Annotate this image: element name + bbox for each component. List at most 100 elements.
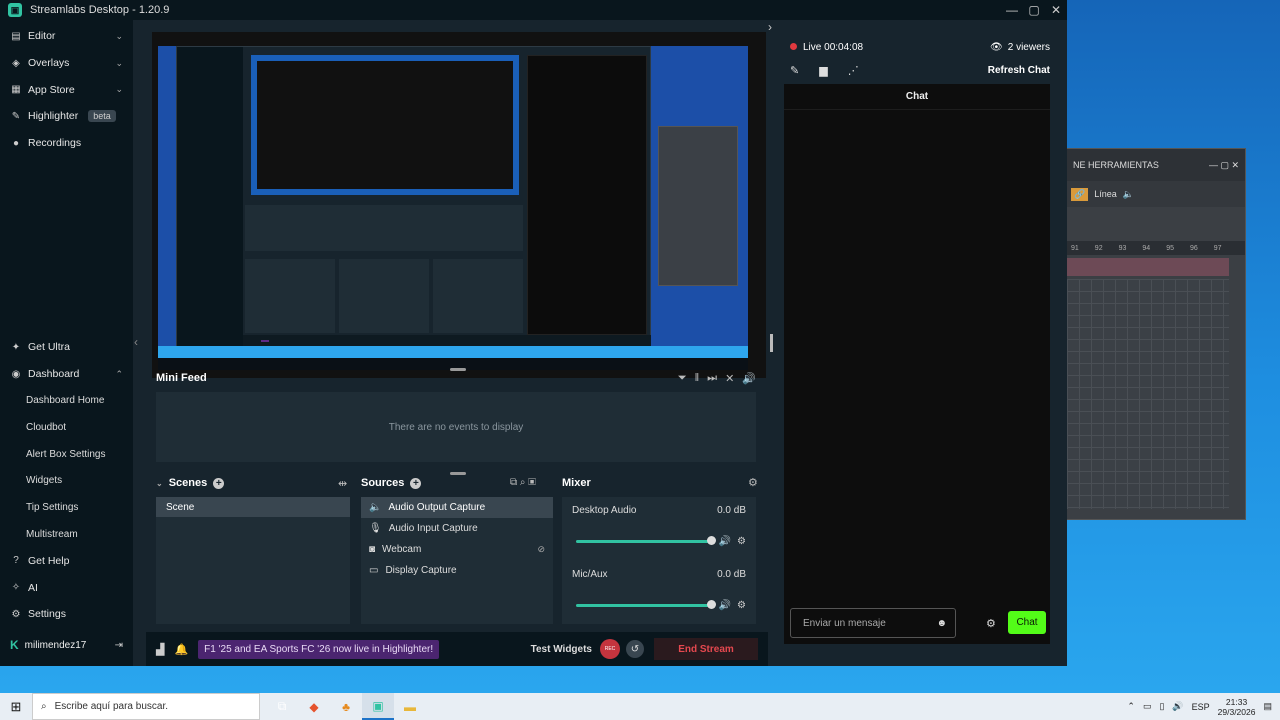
network-icon[interactable]: ▭ bbox=[1143, 701, 1152, 712]
sidebar-item-label: App Store bbox=[28, 83, 75, 96]
slider-knob[interactable] bbox=[706, 600, 716, 609]
folder-icon[interactable]: ▆ bbox=[819, 64, 827, 77]
chat-settings-icon[interactable]: ⚙ bbox=[986, 617, 996, 630]
background-daw-window[interactable]: NE HERRAMIENTAS — ▢ ✕ 🔗 Línea 🔈 91 92 93… bbox=[1066, 148, 1246, 520]
speaker-icon[interactable]: 🔈 bbox=[1123, 189, 1134, 200]
edit-stream-info-icon[interactable]: ✎ bbox=[790, 64, 799, 77]
nested-line bbox=[177, 47, 243, 59]
sidebar-item-settings[interactable]: ⚙ Settings bbox=[0, 601, 133, 628]
sidebar-item-editor[interactable]: ▤ Editor ⌄ bbox=[0, 23, 133, 50]
collapse-sidebar-icon[interactable]: ‹ bbox=[134, 335, 138, 349]
language-indicator[interactable]: ESP bbox=[1192, 702, 1210, 712]
logout-icon[interactable]: ⇥ bbox=[115, 640, 123, 651]
sidebar-sub-alert-box-settings[interactable]: Alert Box Settings bbox=[0, 441, 133, 468]
sidebar-item-overlays[interactable]: ◈ Overlays ⌄ bbox=[0, 50, 133, 77]
source-item[interactable]: 🎙 Audio Input Capture bbox=[361, 518, 553, 539]
refresh-chat-button[interactable]: Refresh Chat bbox=[988, 65, 1050, 76]
windows-start-icon[interactable]: ⊞ bbox=[0, 699, 32, 715]
ai-sparkle-icon: ✧ bbox=[11, 582, 21, 594]
panel-resize-handle[interactable] bbox=[770, 334, 773, 352]
add-scene-button[interactable]: + bbox=[213, 477, 225, 489]
streamlabs-taskbar-icon[interactable]: ▣ bbox=[362, 693, 394, 720]
nested-mini-feed bbox=[245, 205, 523, 251]
sidebar-sub-multistream[interactable]: Multistream bbox=[0, 521, 133, 548]
volume-icon[interactable]: 🔊 bbox=[742, 372, 756, 385]
mixer-settings-icon[interactable]: ⚙ bbox=[748, 476, 758, 489]
source-folder-icon[interactable]: ⧉ ⌕ ▣ bbox=[510, 477, 536, 488]
background-window-titlebar[interactable]: NE HERRAMIENTAS — ▢ ✕ bbox=[1067, 149, 1245, 181]
scene-transition-icon[interactable]: ⇹ bbox=[338, 477, 347, 490]
scene-item[interactable]: Scene bbox=[156, 497, 350, 517]
background-window-mode[interactable]: Línea bbox=[1094, 189, 1117, 199]
battery-icon[interactable]: ▯ bbox=[1159, 701, 1164, 712]
bottom-panels: ⌄ Scenes + ⇹ Sources + ⧉ ⌕ ▣ Mixer ⚙ Sce… bbox=[152, 470, 766, 626]
replay-icon[interactable]: ↺ bbox=[626, 640, 644, 658]
end-stream-button[interactable]: End Stream bbox=[654, 638, 758, 660]
piano-roll-grid[interactable] bbox=[1067, 279, 1229, 509]
sidebar-item-dashboard[interactable]: ◉ Dashboard ⌃ bbox=[0, 361, 133, 388]
chat-input[interactable]: Enviar un mensaje ☻ bbox=[790, 608, 956, 638]
sidebar-item-label: Get Help bbox=[28, 554, 70, 567]
sidebar-item-recordings[interactable]: ● Recordings bbox=[0, 130, 133, 157]
beta-badge: beta bbox=[88, 110, 116, 123]
collapse-scenes-icon[interactable]: ⌄ bbox=[156, 479, 163, 488]
notifications-icon[interactable]: ▤ bbox=[1263, 701, 1272, 712]
highlighter-banner[interactable]: F1 '25 and EA Sports FC '26 now live in … bbox=[198, 639, 440, 659]
share-icon[interactable]: ⋰ bbox=[848, 64, 859, 77]
filter-icon[interactable]: ⏷ bbox=[678, 372, 687, 385]
volume-icon[interactable]: 🔊 bbox=[719, 600, 731, 611]
chat-send-button[interactable]: Chat bbox=[1008, 611, 1046, 634]
hidden-eye-icon[interactable]: ⊘ bbox=[537, 544, 545, 555]
maximize-button[interactable]: ▢ bbox=[1023, 3, 1045, 17]
gear-icon[interactable]: ⚙ bbox=[737, 600, 746, 611]
sidebar-item-highlighter[interactable]: ✎ Highlighter beta bbox=[0, 103, 133, 130]
background-window-controls[interactable]: — ▢ ✕ bbox=[1209, 160, 1239, 171]
sidebar-sub-widgets[interactable]: Widgets bbox=[0, 467, 133, 494]
file-explorer-icon[interactable]: ▬ bbox=[394, 693, 426, 720]
add-source-button[interactable]: + bbox=[410, 477, 422, 489]
slider-knob[interactable] bbox=[706, 536, 716, 545]
source-item[interactable]: ▭ Display Capture bbox=[361, 560, 553, 581]
sidebar-item-app-store[interactable]: ▦ App Store ⌄ bbox=[0, 76, 133, 103]
skip-icon[interactable]: ⏭ bbox=[707, 372, 717, 385]
notification-icon[interactable]: 🔔 bbox=[174, 643, 188, 656]
highlighter-icon: ✎ bbox=[11, 110, 21, 122]
user-account[interactable]: K milimendez17 ⇥ bbox=[0, 632, 133, 658]
minimize-button[interactable]: — bbox=[1001, 3, 1023, 17]
nested-desktop-edge bbox=[158, 346, 748, 358]
fl-studio-icon[interactable]: ♣ bbox=[330, 693, 362, 720]
taskbar-search[interactable]: ⌕ Escribe aquí para buscar. bbox=[32, 693, 260, 720]
task-view-icon[interactable]: ⧉ bbox=[266, 693, 298, 720]
mute-alerts-icon[interactable]: ✕ bbox=[725, 372, 734, 385]
tray-chevron-icon[interactable]: ⌃ bbox=[1127, 701, 1135, 712]
taskbar-search-placeholder: Escribe aquí para buscar. bbox=[54, 701, 169, 712]
stats-icon[interactable]: ▟ bbox=[156, 643, 164, 656]
sidebar-sub-tip-settings[interactable]: Tip Settings bbox=[0, 494, 133, 521]
link-icon[interactable]: 🔗 bbox=[1071, 187, 1089, 201]
source-item[interactable]: ◙ Webcam ⊘ bbox=[361, 539, 553, 560]
sidebar-item-get-ultra[interactable]: ✦ Get Ultra bbox=[0, 334, 133, 361]
gear-icon[interactable]: ⚙ bbox=[737, 536, 746, 547]
volume-slider[interactable] bbox=[576, 536, 716, 545]
brave-browser-icon[interactable]: ◆ bbox=[298, 693, 330, 720]
emoji-icon[interactable]: ☻ bbox=[936, 618, 947, 629]
pause-icon[interactable]: ‖ bbox=[695, 372, 700, 385]
titlebar[interactable]: ▣ Streamlabs Desktop - 1.20.9 — ▢ ✕ bbox=[0, 0, 1067, 20]
stream-preview[interactable] bbox=[152, 32, 766, 378]
scenes-list: Scene bbox=[156, 497, 350, 624]
chevron-right-icon[interactable]: › bbox=[768, 20, 772, 34]
test-widgets-button[interactable]: REC bbox=[600, 639, 620, 659]
sidebar-sub-cloudbot[interactable]: Cloudbot bbox=[0, 414, 133, 441]
sidebar-item-ai[interactable]: ✧ AI bbox=[0, 574, 133, 601]
source-label: Display Capture bbox=[385, 565, 457, 576]
chevron-down-icon: ⌄ bbox=[115, 84, 123, 95]
test-widgets-label: Test Widgets bbox=[530, 643, 592, 655]
volume-icon[interactable]: 🔊 bbox=[719, 536, 731, 547]
volume-tray-icon[interactable]: 🔊 bbox=[1172, 701, 1183, 712]
sidebar-sub-dashboard-home[interactable]: Dashboard Home bbox=[0, 387, 133, 414]
sidebar-item-get-help[interactable]: ? Get Help bbox=[0, 548, 133, 575]
taskbar-clock[interactable]: 21:33 29/3/2026 bbox=[1218, 697, 1256, 717]
volume-slider[interactable] bbox=[576, 600, 716, 609]
source-item[interactable]: 🔈 Audio Output Capture bbox=[361, 497, 553, 518]
close-button[interactable]: ✕ bbox=[1045, 3, 1067, 17]
